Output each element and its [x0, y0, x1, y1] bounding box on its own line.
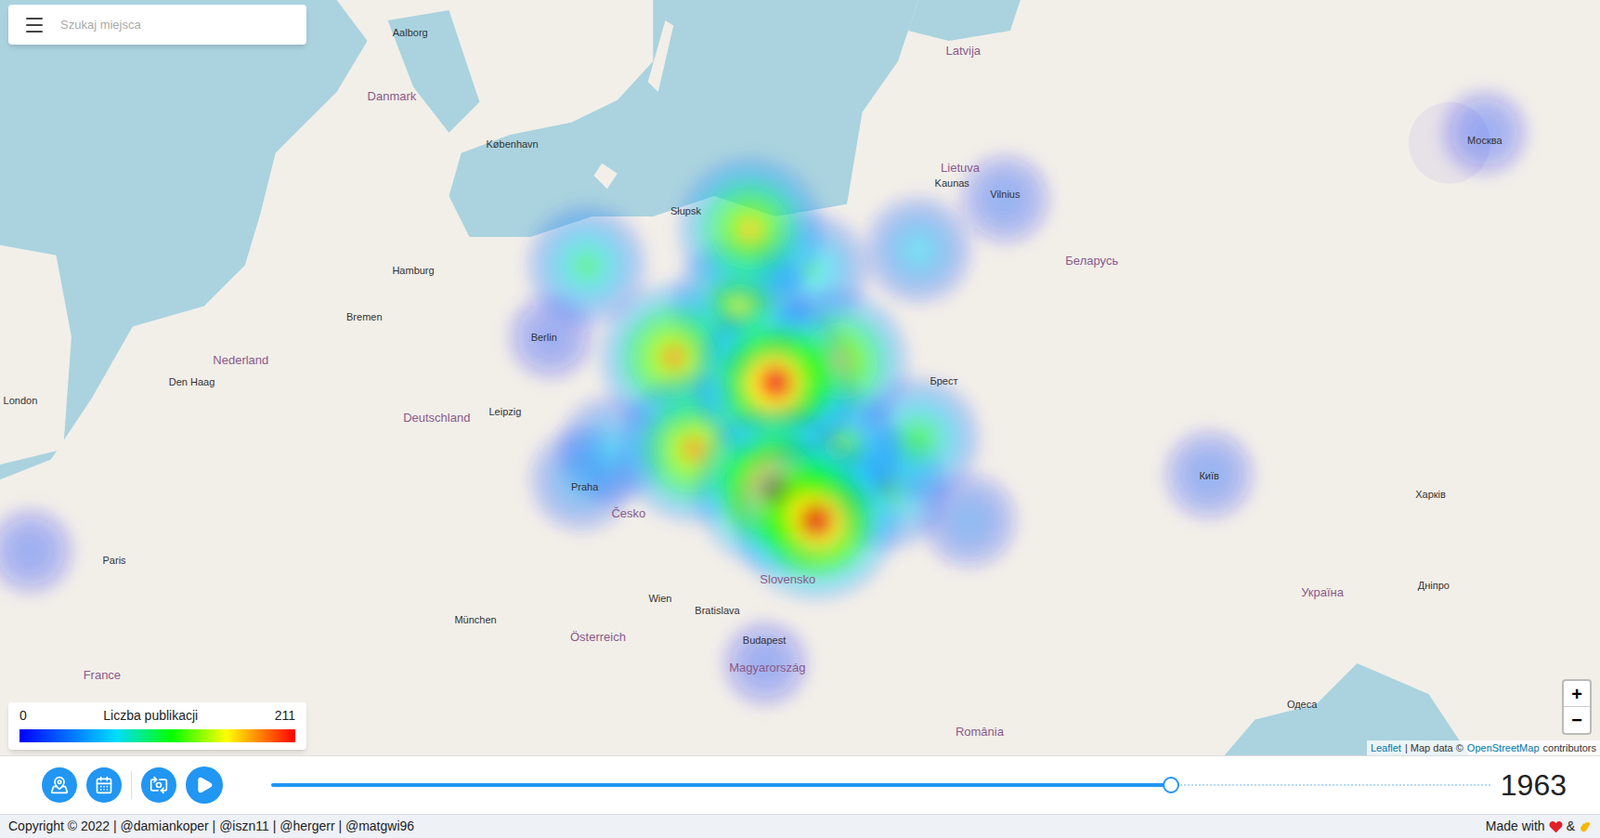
heat-point [766, 378, 908, 521]
heat-point [689, 403, 863, 577]
city-label: Słupsk [670, 203, 702, 220]
control-bar: 1963 [0, 754, 1600, 814]
city-label: London [3, 391, 39, 408]
city-label: München [454, 611, 496, 628]
map[interactable]: Aalborg Danmark København Hamburg Bremen Berl… [0, 0, 1600, 755]
country-label: Latvija [946, 41, 982, 61]
city-label: Москва [1467, 131, 1503, 148]
clap-icon [1578, 819, 1592, 833]
heat-point [551, 389, 673, 510]
country-label: Nederland [212, 351, 269, 370]
heat-point [746, 206, 875, 335]
slider-thumb[interactable] [1162, 776, 1180, 794]
search-input[interactable] [60, 15, 292, 35]
heat-point [671, 151, 829, 309]
city-label: Den Haag [169, 374, 216, 391]
zoom-out-button[interactable]: − [1563, 706, 1590, 733]
made-with: Made with& [1485, 816, 1592, 836]
city-label: Aalborg [392, 25, 429, 41]
city-label: Одеса [1287, 696, 1317, 713]
zoom-in-button[interactable]: + [1563, 680, 1590, 707]
city-label: Paris [103, 552, 127, 569]
city-label: København [485, 136, 538, 153]
city-label: Berlin [531, 328, 558, 345]
legend-min: 0 [19, 705, 27, 726]
copyright: Copyright © 2022 | @damiankoper | @iszn1… [8, 816, 415, 836]
attribution: Leaflet| Map data ©OpenStreetMapcontribu… [1366, 740, 1600, 756]
city-label: Wien [648, 590, 672, 607]
play-icon [195, 775, 214, 794]
country-label: Україна [1300, 584, 1344, 603]
country-label: France [83, 666, 121, 686]
map-tiles [0, 0, 1600, 755]
footer: Copyright © 2022 | @damiankoper | @iszn1… [0, 813, 1600, 838]
heat-point [523, 421, 640, 538]
heat-point [821, 423, 955, 557]
heart-icon [1548, 819, 1563, 833]
heat-point [520, 198, 653, 332]
heat-point [1157, 422, 1262, 527]
city-label: Praha [571, 479, 599, 495]
country-label: Österreich [570, 627, 626, 647]
search-box [8, 4, 307, 45]
calendar-icon [94, 775, 114, 794]
legend-max: 211 [274, 705, 296, 726]
map-icon [50, 775, 69, 794]
city-label: Bratislava [694, 602, 740, 619]
heat-point [664, 231, 814, 380]
country-label: Slovensko [759, 570, 816, 589]
city-label: Vilnius [989, 185, 1020, 202]
country-label: România [955, 722, 1004, 742]
heat-point [757, 283, 915, 441]
heat-point [858, 189, 979, 311]
camera-icon [149, 775, 169, 794]
zoom-control: +− [1561, 678, 1592, 735]
country-label: Česko [611, 504, 646, 523]
calendar-button[interactable] [86, 767, 122, 803]
country-label: Deutschland [403, 409, 470, 429]
heat-point [715, 612, 816, 714]
country-label: Lietuva [940, 159, 980, 179]
heat-point [592, 276, 755, 439]
city-label: Дніпро [1417, 576, 1450, 593]
legend: 0 Liczba publikacji 211 [8, 702, 307, 750]
heat-point [1434, 82, 1535, 183]
city-label: Kaunas [935, 174, 970, 191]
legend-title: Liczba publikacji [103, 705, 198, 726]
timeline-slider[interactable] [271, 775, 1491, 794]
city-label: Bremen [346, 308, 383, 325]
city-label: Budapest [742, 632, 786, 649]
country-label: Беларусь [1065, 252, 1119, 272]
leaflet-link[interactable]: Leaflet [1370, 740, 1402, 756]
city-label: Брест [929, 373, 958, 390]
city-label: Київ [1198, 468, 1219, 484]
play-button[interactable] [185, 766, 223, 804]
osm-link[interactable]: OpenStreetMap [1467, 740, 1540, 756]
slider-fill [271, 782, 1171, 787]
heat-point [915, 466, 1024, 574]
country-label: Magyarország [728, 658, 806, 677]
heat-point [849, 370, 987, 508]
app: Aalborg Danmark København Hamburg Bremen Berl… [0, 0, 1600, 838]
heatmap-layer [0, 0, 1600, 755]
city-label: Харків [1415, 485, 1446, 502]
heat-point [612, 368, 775, 531]
heat-point [729, 433, 904, 608]
city-label: Leipzig [488, 403, 521, 420]
map-search-button[interactable] [41, 767, 78, 803]
camera-button[interactable] [141, 767, 177, 803]
legend-gradient [19, 728, 296, 742]
city-label: Hamburg [391, 262, 434, 279]
heat-point [0, 500, 81, 601]
menu-icon[interactable] [23, 13, 46, 37]
heat-point [689, 296, 863, 470]
heat-point [501, 286, 602, 388]
year-display: 1963 [1500, 762, 1573, 807]
country-label: Danmark [367, 88, 417, 107]
